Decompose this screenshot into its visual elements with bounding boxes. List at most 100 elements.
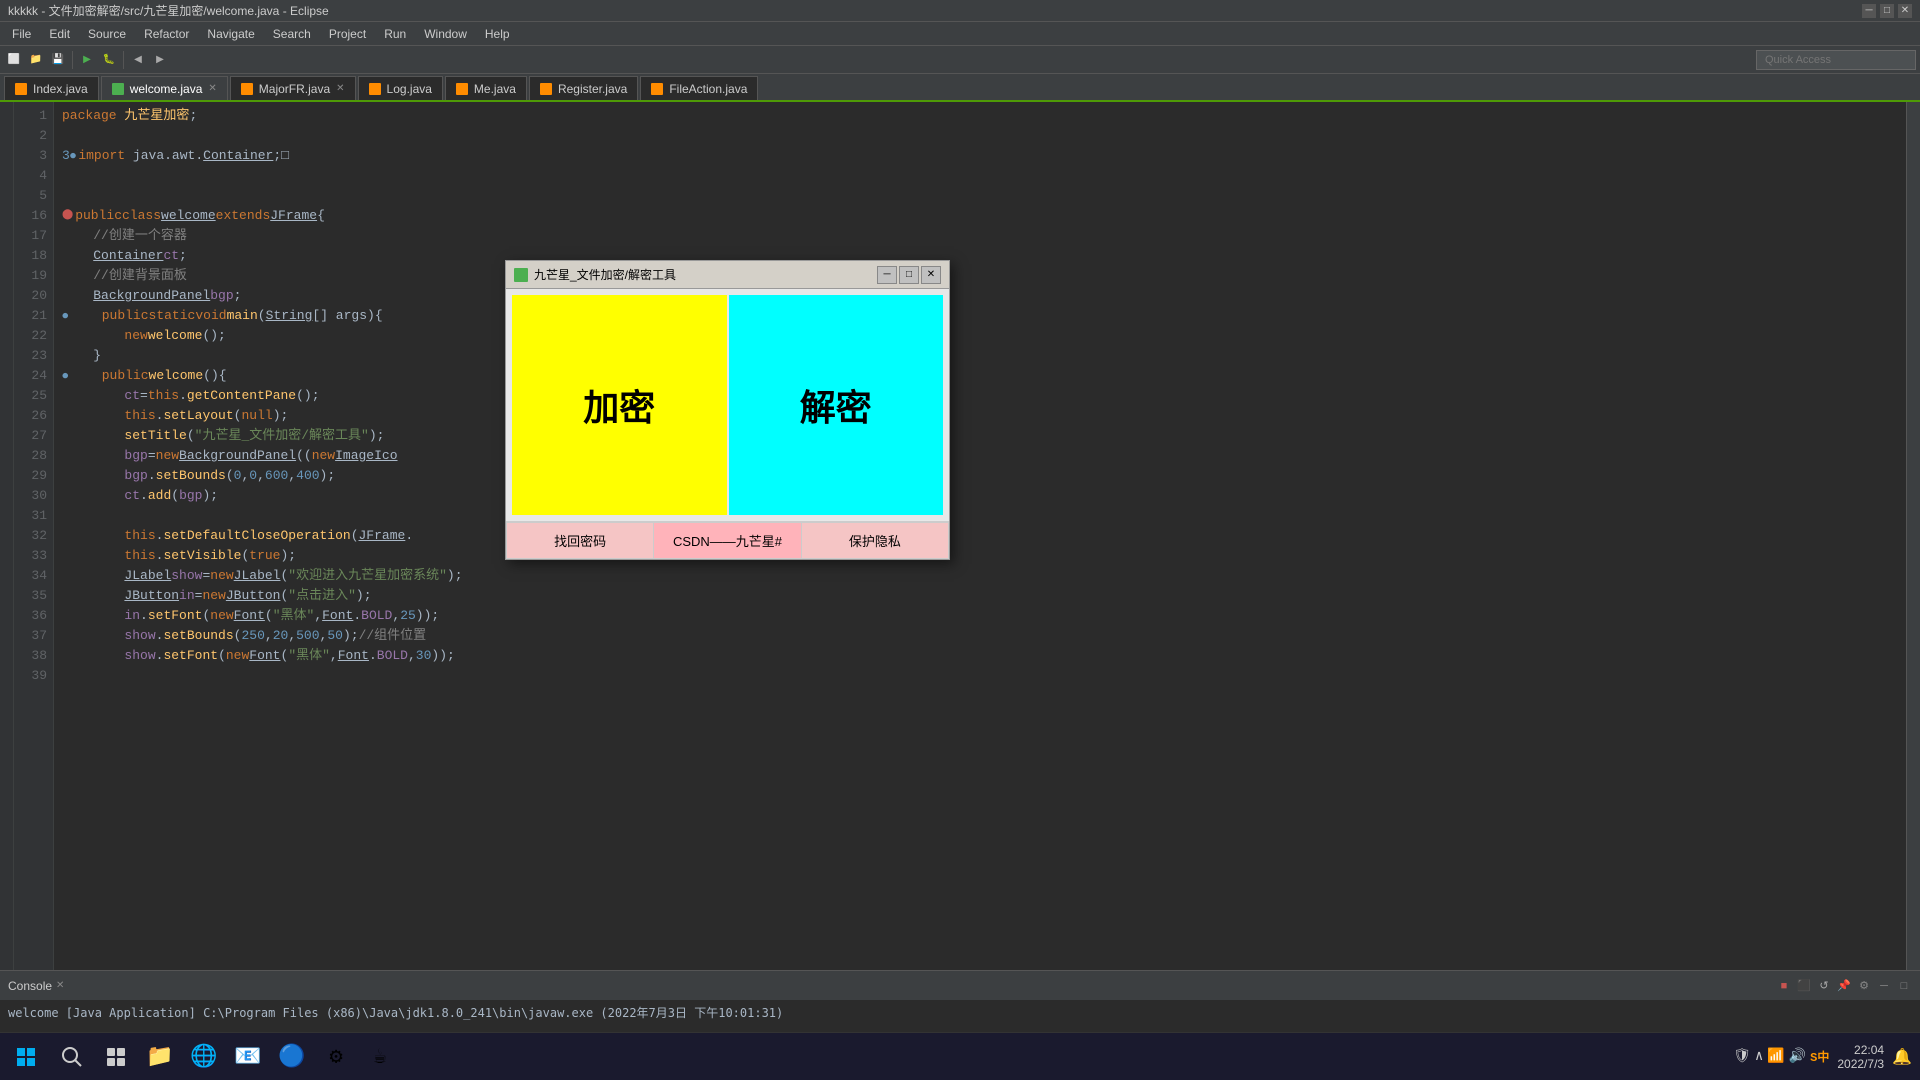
console-stop-btn[interactable]: ⬛ [1796,978,1812,994]
menu-edit[interactable]: Edit [41,25,78,43]
toolbar-open[interactable]: 📁 [26,50,46,70]
tray-input-icon[interactable]: S中 [1810,1048,1829,1065]
console-minimize-btn[interactable]: ─ [1876,978,1892,994]
tray-volume-icon[interactable]: 🔊 [1789,1048,1806,1065]
tab-me-java[interactable]: Me.java [445,76,527,100]
encryption-dialog[interactable]: 九芒星_文件加密/解密工具 ─ □ ✕ 加密 解密 找回密码 CSDN——九芒星… [505,260,950,560]
tab-label-log: Log.java [387,82,432,96]
line-num-30: 30 [14,486,53,506]
vertical-scrollbar[interactable] [1906,102,1920,970]
tab-index-java[interactable]: Index.java [4,76,99,100]
toolbar-save[interactable]: 💾 [48,50,68,70]
menu-file[interactable]: File [4,25,39,43]
dialog-minimize-btn[interactable]: ─ [877,266,897,284]
line-num-22: 22 [14,326,53,346]
code-line-38: show.setFont(new Font("黑体",Font.BOLD,30)… [62,646,1898,666]
console-toolbar: ■ ⬛ ↺ 📌 ⚙ ─ □ [1776,978,1912,994]
tab-icon-welcome [112,83,124,95]
menu-refactor[interactable]: Refactor [136,25,197,43]
tab-register-java[interactable]: Register.java [529,76,638,100]
tab-close-majorfr[interactable]: ✕ [336,83,344,94]
code-editor[interactable]: package 九芒星加密; 3⦁import java.awt.Contain… [54,102,1906,970]
tray-up-icon[interactable]: ∧ [1755,1048,1763,1065]
window-controls[interactable]: ─ □ ✕ [1862,4,1912,18]
line-num-28: 28 [14,446,53,466]
code-line-35: JButton in=new JButton("点击进入"); [62,586,1898,606]
toolbar-new[interactable]: ⬜ [4,50,24,70]
code-line-1: package 九芒星加密; [62,106,1898,126]
line-num-23: 23 [14,346,53,366]
toolbar-back[interactable]: ◀ [128,50,148,70]
console-settings-btn[interactable]: ⚙ [1856,978,1872,994]
console-rerun-btn[interactable]: ↺ [1816,978,1832,994]
line-num-3: 3 [14,146,53,166]
tab-icon-fileaction [651,83,663,95]
taskbar-java-icon[interactable]: ☕ [360,1037,400,1077]
quick-access-input[interactable] [1756,50,1916,70]
protect-privacy-btn[interactable]: 保护隐私 [802,522,949,559]
tab-close-welcome[interactable]: ✕ [208,83,216,94]
taskbar-search-icon[interactable] [52,1037,92,1077]
line-num-34: 34 [14,566,53,586]
minimize-button[interactable]: ─ [1862,4,1876,18]
code-line-3: 3⦁import java.awt.Container;□ [62,146,1898,166]
tray-network-icon[interactable]: 📶 [1767,1048,1784,1065]
code-line-4 [62,166,1898,186]
toolbar-debug[interactable]: 🐛 [99,50,119,70]
line-num-31: 31 [14,506,53,526]
encrypt-panel[interactable]: 加密 [512,295,727,515]
maximize-button[interactable]: □ [1880,4,1894,18]
tab-fileaction-java[interactable]: FileAction.java [640,76,758,100]
line-num-29: 29 [14,466,53,486]
toolbar-forward[interactable]: ▶ [150,50,170,70]
menu-help[interactable]: Help [477,25,518,43]
system-clock[interactable]: 22:04 2022/7/3 [1837,1043,1884,1071]
menu-window[interactable]: Window [416,25,475,43]
toolbar-run[interactable]: ▶ [77,50,97,70]
decrypt-panel[interactable]: 解密 [729,295,944,515]
tab-welcome-java[interactable]: welcome.java ✕ [101,76,228,100]
code-line-20: BackgroundPanel bgp; [62,286,1898,306]
taskbar-file-explorer-icon[interactable]: 📁 [140,1037,180,1077]
system-tray-icons: 🛡 ∧ 📶 🔊 S中 [1733,1048,1829,1065]
edge-icon: 🌐 [190,1044,217,1070]
line-num-25: 25 [14,386,53,406]
tab-label-fileaction: FileAction.java [669,82,747,96]
code-line-36: in.setFont(new Font("黑体",Font.BOLD,25)); [62,606,1898,626]
tray-shield-icon[interactable]: 🛡 [1733,1048,1751,1065]
menu-navigate[interactable]: Navigate [199,25,262,43]
console-pin-btn[interactable]: 📌 [1836,978,1852,994]
menu-search[interactable]: Search [265,25,319,43]
tab-log-java[interactable]: Log.java [358,76,443,100]
start-button[interactable] [8,1039,44,1075]
taskbar-mail-icon[interactable]: 📧 [228,1037,268,1077]
notification-icon[interactable]: 🔔 [1892,1047,1912,1067]
taskbar-browser-icon[interactable]: 🔵 [272,1037,312,1077]
tab-majorfr-java[interactable]: MajorFR.java ✕ [230,76,356,100]
menu-source[interactable]: Source [80,25,134,43]
taskbar-task-view-icon[interactable] [96,1037,136,1077]
console-tab[interactable]: Console ✕ [8,979,64,993]
dialog-title-bar[interactable]: 九芒星_文件加密/解密工具 ─ □ ✕ [506,261,949,289]
taskbar-edge-icon[interactable]: 🌐 [184,1037,224,1077]
line-num-33: 33 [14,546,53,566]
console-maximize-btn[interactable]: □ [1896,978,1912,994]
title-bar: kkkkk - 文件加密解密/src/九芒星加密/welcome.java - … [0,0,1920,22]
close-button[interactable]: ✕ [1898,4,1912,18]
line-num-38: 38 [14,646,53,666]
dialog-close-btn[interactable]: ✕ [921,266,941,284]
taskbar-settings-icon[interactable]: ⚙ [316,1037,356,1077]
recover-password-btn[interactable]: 找回密码 [506,522,653,559]
console-clear-btn[interactable]: ■ [1776,978,1792,994]
taskbar-right: 🛡 ∧ 📶 🔊 S中 22:04 2022/7/3 🔔 [1733,1043,1912,1071]
dialog-title-icon [514,268,528,282]
code-line-26: this.setLayout(null); [62,406,1898,426]
dialog-maximize-btn[interactable]: □ [899,266,919,284]
csdn-btn[interactable]: CSDN——九芒星# [653,522,801,559]
console-close-icon[interactable]: ✕ [56,980,64,991]
menu-project[interactable]: Project [321,25,374,43]
clock-time: 22:04 [1837,1043,1884,1057]
encrypt-label: 加密 [583,379,655,431]
code-line-31 [62,506,1898,526]
menu-run[interactable]: Run [376,25,414,43]
